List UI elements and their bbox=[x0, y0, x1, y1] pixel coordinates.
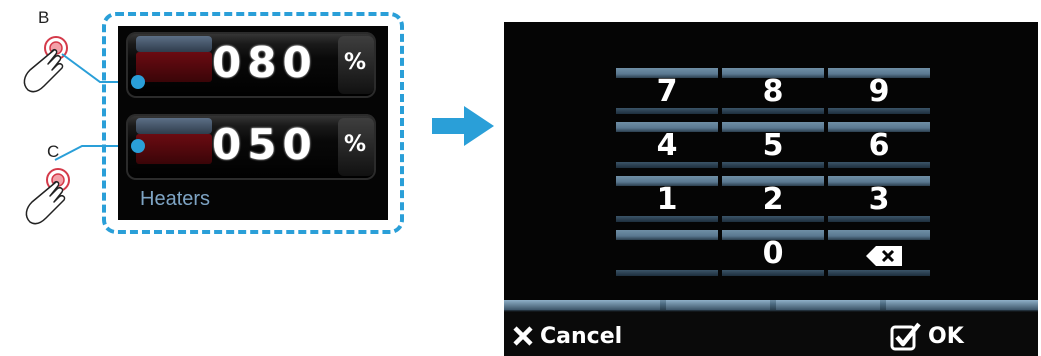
checkbox-icon bbox=[890, 322, 921, 351]
key-digit: 2 bbox=[762, 182, 784, 217]
heater-value: 050 bbox=[212, 120, 318, 169]
heater-value: 080 bbox=[212, 38, 318, 87]
bar-highlight bbox=[136, 36, 212, 52]
key-7[interactable]: 7 bbox=[616, 68, 718, 114]
cancel-button[interactable]: Cancel bbox=[512, 318, 622, 354]
key-digit: 3 bbox=[868, 182, 890, 217]
heater-level-fill bbox=[136, 52, 212, 82]
key-digit: 6 bbox=[868, 128, 890, 163]
key-6[interactable]: 6 bbox=[828, 122, 930, 168]
bar-segment bbox=[886, 300, 1038, 310]
heater-bar-1[interactable]: 080 % bbox=[126, 32, 376, 98]
heater-screen: 080 % 050 % Heaters bbox=[118, 26, 388, 220]
bar-segment bbox=[776, 300, 880, 310]
key-1[interactable]: 1 bbox=[616, 176, 718, 222]
x-icon bbox=[513, 326, 533, 346]
callout-dot-b bbox=[131, 75, 145, 89]
ok-button[interactable]: OK bbox=[890, 318, 964, 354]
backspace-icon bbox=[866, 246, 902, 266]
heater-level-fill bbox=[136, 134, 212, 164]
key-8[interactable]: 8 bbox=[722, 68, 824, 114]
key-blank bbox=[616, 230, 718, 276]
key-digit: 8 bbox=[762, 74, 784, 109]
key-9[interactable]: 9 bbox=[828, 68, 930, 114]
backspace-button[interactable] bbox=[828, 230, 930, 276]
callout-dot-c bbox=[131, 139, 145, 153]
key-digit: 5 bbox=[762, 128, 784, 163]
key-5[interactable]: 5 bbox=[722, 122, 824, 168]
cancel-label: Cancel bbox=[540, 323, 623, 349]
arrow-right-icon bbox=[432, 106, 494, 146]
key-2[interactable]: 2 bbox=[722, 176, 824, 222]
key-0[interactable]: 0 bbox=[722, 230, 824, 276]
key-digit: 4 bbox=[656, 128, 678, 163]
key-digit: 1 bbox=[656, 182, 678, 217]
heater-bar-2[interactable]: 050 % bbox=[126, 114, 376, 180]
key-digit: 9 bbox=[868, 74, 890, 109]
key-digit: 7 bbox=[656, 74, 678, 109]
heaters-label: Heaters bbox=[140, 188, 211, 210]
percent-unit: % bbox=[344, 132, 367, 157]
keypad-screen: 7 8 9 4 5 6 1 2 3 0 Cancel OK bbox=[504, 22, 1038, 356]
percent-unit: % bbox=[344, 50, 367, 75]
key-4[interactable]: 4 bbox=[616, 122, 718, 168]
bar-highlight bbox=[136, 118, 212, 134]
bar-segment bbox=[504, 300, 660, 310]
key-digit: 0 bbox=[762, 236, 784, 271]
key-3[interactable]: 3 bbox=[828, 176, 930, 222]
bar-segment bbox=[666, 300, 770, 310]
ok-label: OK bbox=[928, 323, 964, 349]
